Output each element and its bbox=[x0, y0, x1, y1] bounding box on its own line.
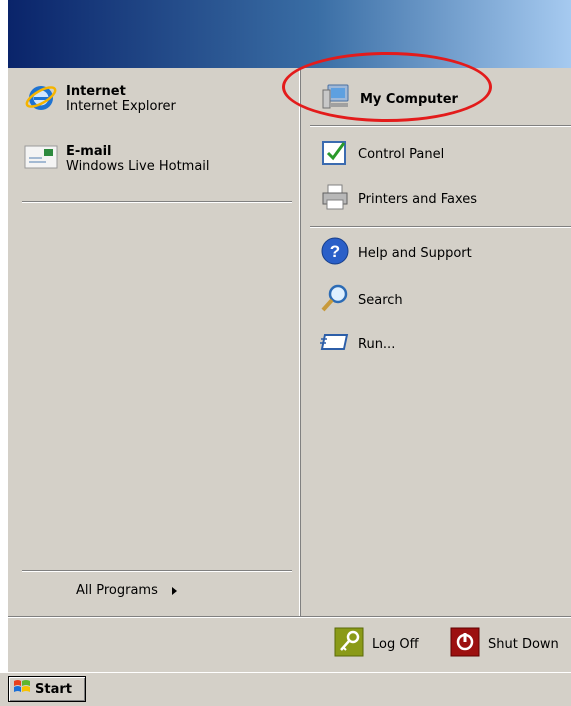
menu-item-label: Search bbox=[358, 292, 403, 308]
menu-item-label: Control Panel bbox=[358, 146, 445, 162]
run-icon bbox=[320, 330, 350, 358]
log-off-button[interactable]: Log Off bbox=[334, 627, 419, 661]
start-button[interactable]: Start bbox=[8, 676, 86, 702]
pinned-item-subtitle: Internet Explorer bbox=[66, 99, 176, 114]
shut-down-button[interactable]: Shut Down bbox=[450, 627, 559, 661]
menu-item-label: Help and Support bbox=[358, 245, 472, 261]
start-menu-banner bbox=[8, 0, 571, 68]
start-menu-footer: Log Off Shut Down bbox=[8, 616, 571, 673]
start-menu: Internet Internet Explorer E-mail Window… bbox=[8, 0, 571, 673]
pinned-item-internet[interactable]: Internet Internet Explorer bbox=[24, 80, 176, 118]
control-panel-icon bbox=[320, 137, 350, 171]
all-programs-label: All Programs bbox=[76, 583, 158, 598]
start-label: Start bbox=[35, 681, 72, 697]
key-icon bbox=[334, 627, 364, 661]
right-pane: My Computer Control Panel Printers and F… bbox=[299, 68, 571, 616]
svg-text:?: ? bbox=[330, 242, 340, 261]
printer-icon bbox=[320, 182, 350, 216]
pinned-item-email[interactable]: E-mail Windows Live Hotmail bbox=[24, 142, 210, 176]
menu-item-my-computer[interactable]: My Computer bbox=[320, 82, 458, 116]
log-off-label: Log Off bbox=[372, 636, 419, 652]
my-computer-icon bbox=[320, 82, 352, 116]
right-separator-1 bbox=[310, 125, 571, 127]
menu-item-printers[interactable]: Printers and Faxes bbox=[320, 182, 477, 216]
help-icon: ? bbox=[320, 236, 350, 270]
menu-item-search[interactable]: Search bbox=[320, 283, 403, 317]
left-pane: Internet Internet Explorer E-mail Window… bbox=[8, 68, 299, 616]
menu-item-label: Run... bbox=[358, 336, 396, 352]
menu-item-help[interactable]: ? Help and Support bbox=[320, 236, 472, 270]
left-separator-bottom bbox=[22, 570, 292, 572]
power-icon bbox=[450, 627, 480, 661]
menu-item-control-panel[interactable]: Control Panel bbox=[320, 137, 444, 171]
pinned-item-title: Internet bbox=[66, 84, 126, 99]
internet-explorer-icon bbox=[24, 80, 58, 118]
taskbar: Start bbox=[0, 672, 571, 706]
right-separator-2 bbox=[310, 226, 571, 228]
menu-item-label: My Computer bbox=[360, 91, 458, 107]
windows-logo-icon bbox=[13, 679, 31, 699]
pinned-item-subtitle: Windows Live Hotmail bbox=[66, 159, 210, 174]
menu-item-run[interactable]: Run... bbox=[320, 330, 395, 358]
search-icon bbox=[320, 283, 350, 317]
menu-item-label: Printers and Faxes bbox=[358, 191, 478, 207]
shut-down-label: Shut Down bbox=[488, 636, 559, 652]
left-separator-top bbox=[22, 201, 292, 203]
chevron-right-icon bbox=[171, 586, 177, 595]
pinned-item-title: E-mail bbox=[66, 144, 112, 159]
all-programs-button[interactable]: All Programs bbox=[76, 583, 177, 598]
email-icon bbox=[24, 142, 58, 176]
